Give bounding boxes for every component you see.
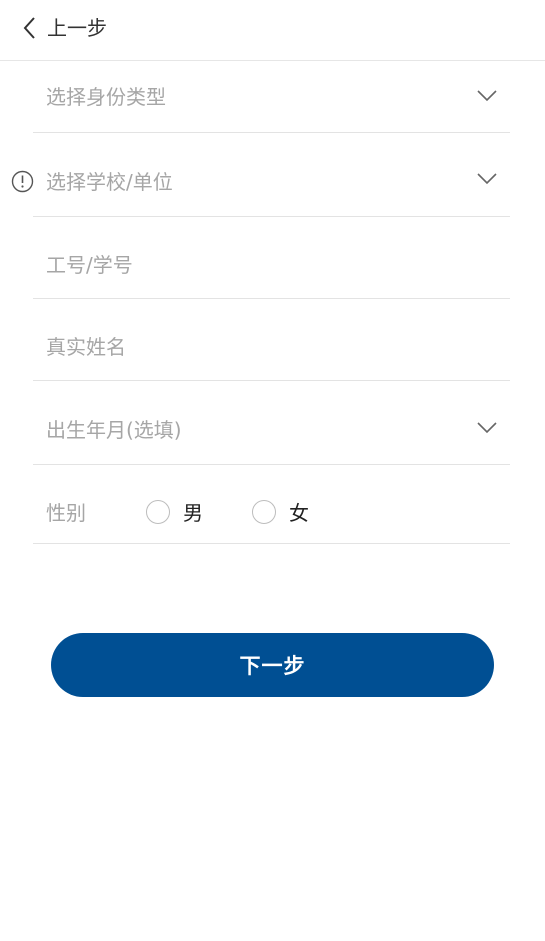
real-name-placeholder: 真实姓名	[46, 335, 126, 359]
header-bar: 上一步	[0, 0, 545, 61]
back-label: 上一步	[47, 16, 107, 40]
gender-option-female[interactable]: 女	[252, 497, 309, 526]
radio-circle[interactable]	[252, 499, 276, 524]
chevron-down-icon	[477, 173, 497, 185]
gender-field: 性别 男 女	[33, 465, 510, 544]
real-name-input[interactable]: 真实姓名	[33, 299, 510, 381]
gender-option-male[interactable]: 男	[146, 497, 203, 526]
gender-option-label: 女	[289, 501, 309, 525]
chevron-down-icon	[477, 422, 497, 434]
gender-option-label: 男	[183, 501, 203, 525]
radio-circle[interactable]	[146, 499, 170, 524]
next-button[interactable]: 下一步	[51, 633, 494, 697]
back-button[interactable]: 上一步	[20, 10, 107, 46]
birth-date-select[interactable]: 出生年月(选填)	[33, 381, 510, 465]
school-select[interactable]: 选择学校/单位	[33, 133, 510, 217]
identity-type-placeholder: 选择身份类型	[46, 85, 166, 109]
alert-circle-icon[interactable]	[11, 170, 34, 193]
staff-id-placeholder: 工号/学号	[46, 253, 133, 277]
school-placeholder: 选择学校/单位	[46, 170, 173, 194]
chevron-down-icon	[477, 90, 497, 102]
birth-date-placeholder: 出生年月(选填)	[46, 418, 182, 442]
identity-type-select[interactable]: 选择身份类型	[33, 61, 510, 133]
staff-id-input[interactable]: 工号/学号	[33, 217, 510, 299]
chevron-left-icon	[23, 17, 35, 39]
gender-label: 性别	[46, 501, 86, 525]
